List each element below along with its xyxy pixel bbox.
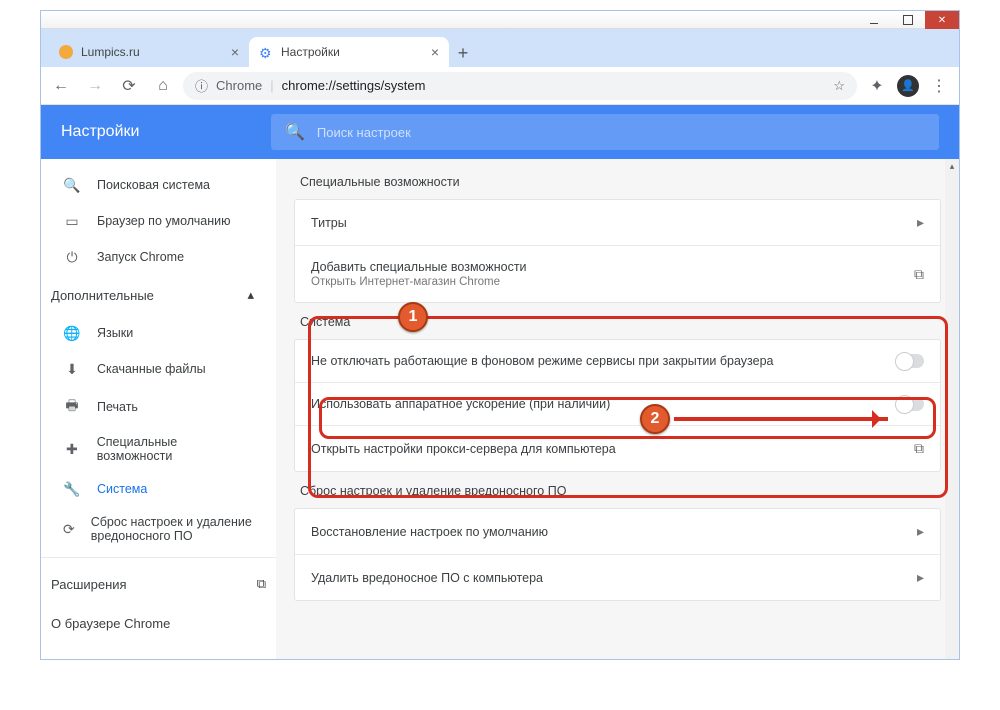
sidebar-item-accessibility[interactable]: ✚Специальные возможности xyxy=(41,427,276,471)
reload-button[interactable]: ⟳ xyxy=(115,72,143,100)
window-maximize[interactable] xyxy=(891,11,925,29)
external-link-icon: ⧉ xyxy=(914,440,924,457)
search-input[interactable] xyxy=(317,125,925,140)
url-prefix: Chrome xyxy=(216,78,262,93)
tab-label: Lumpics.ru xyxy=(81,45,140,59)
toggle-hw-accel[interactable] xyxy=(896,397,924,411)
toggle-bg-apps[interactable] xyxy=(896,354,924,368)
chevron-up-icon: ▴ xyxy=(247,287,254,303)
row-add-a11y[interactable]: Добавить специальные возможности Открыть… xyxy=(295,245,940,302)
window-titlebar: ✕ xyxy=(41,11,959,29)
sidebar-extensions[interactable]: Расширения⧉ xyxy=(41,564,276,604)
new-tab-button[interactable]: + xyxy=(449,39,477,67)
search-icon: 🔍 xyxy=(285,122,305,142)
settings-search[interactable]: 🔍 xyxy=(271,114,939,150)
row-bg-apps[interactable]: Не отключать работающие в фоновом режиме… xyxy=(295,340,940,382)
tab-strip: Lumpics.ru × ⚙ Настройки × + xyxy=(41,29,959,67)
chevron-right-icon: ▸ xyxy=(917,214,924,231)
external-link-icon: ⧉ xyxy=(257,576,266,592)
power-icon: ⏻ xyxy=(63,249,81,266)
system-card: Не отключать работающие в фоновом режиме… xyxy=(294,339,941,472)
bookmark-icon[interactable]: ☆ xyxy=(833,78,845,94)
tab-settings[interactable]: ⚙ Настройки × xyxy=(249,37,449,67)
section-reset-title: Сброс настроек и удаление вредоносного П… xyxy=(294,476,941,508)
site-info-icon[interactable]: ⓘ xyxy=(195,76,208,95)
sidebar-advanced-toggle[interactable]: Дополнительные ▴ xyxy=(41,275,276,315)
wrench-icon: 🔧 xyxy=(63,481,81,498)
close-tab-icon[interactable]: × xyxy=(431,44,439,60)
sidebar-item-startup[interactable]: ⏻Запуск Chrome xyxy=(41,239,276,275)
settings-main: Специальные возможности Титры ▸ Добавить… xyxy=(276,159,959,659)
reset-card: Восстановление настроек по умолчанию ▸ У… xyxy=(294,508,941,601)
sidebar-item-downloads[interactable]: ⬇Скачанные файлы xyxy=(41,351,276,387)
sidebar-about[interactable]: О браузере Chrome xyxy=(41,604,276,643)
a11y-card: Титры ▸ Добавить специальные возможности… xyxy=(294,199,941,303)
url-text: chrome://settings/system xyxy=(282,78,426,93)
page-title: Настройки xyxy=(61,123,271,141)
sidebar-item-search-engine[interactable]: 🔍Поисковая система xyxy=(41,167,276,203)
print-icon: 🖶 xyxy=(63,395,81,419)
section-a11y-title: Специальные возможности xyxy=(294,167,941,199)
scroll-up-icon[interactable]: ▴ xyxy=(945,159,959,173)
address-bar: ← → ⟳ ⌂ ⓘ Chrome | chrome://settings/sys… xyxy=(41,67,959,105)
extensions-button[interactable]: ✦ xyxy=(863,72,891,100)
settings-header: Настройки 🔍 xyxy=(41,105,959,159)
tab-label: Настройки xyxy=(281,45,340,59)
row-proxy[interactable]: Открыть настройки прокси-сервера для ком… xyxy=(295,425,940,471)
reset-icon: ⟳ xyxy=(63,521,75,538)
accessibility-icon: ✚ xyxy=(63,441,81,458)
chevron-right-icon: ▸ xyxy=(917,569,924,586)
chevron-right-icon: ▸ xyxy=(917,523,924,540)
back-button[interactable]: ← xyxy=(47,72,75,100)
search-icon: 🔍 xyxy=(63,177,81,194)
close-tab-icon[interactable]: × xyxy=(231,44,239,60)
window-icon: ▭ xyxy=(63,213,81,230)
row-hw-accel[interactable]: Использовать аппаратное ускорение (при н… xyxy=(295,382,940,425)
forward-button[interactable]: → xyxy=(81,72,109,100)
globe-icon: 🌐 xyxy=(63,325,81,342)
home-button[interactable]: ⌂ xyxy=(149,72,177,100)
omnibox[interactable]: ⓘ Chrome | chrome://settings/system ☆ xyxy=(183,72,857,100)
profile-avatar[interactable]: 👤 xyxy=(897,75,919,97)
section-system-title: Система xyxy=(294,307,941,339)
external-link-icon: ⧉ xyxy=(914,266,924,283)
sidebar-item-reset[interactable]: ⟳Сброс настроек и удаление вредоносного … xyxy=(41,507,276,551)
sidebar-item-print[interactable]: 🖶Печать xyxy=(41,387,276,427)
scrollbar[interactable]: ▴ xyxy=(945,159,959,659)
menu-button[interactable]: ⋮ xyxy=(925,72,953,100)
sidebar-item-system[interactable]: 🔧Система xyxy=(41,471,276,507)
favicon-lumpics xyxy=(59,45,73,59)
download-icon: ⬇ xyxy=(63,361,81,378)
sidebar-item-languages[interactable]: 🌐Языки xyxy=(41,315,276,351)
row-captions[interactable]: Титры ▸ xyxy=(295,200,940,245)
window-close[interactable]: ✕ xyxy=(925,11,959,29)
window-minimize[interactable] xyxy=(857,11,891,29)
settings-sidebar: 🔍Поисковая система ▭Браузер по умолчанию… xyxy=(41,159,276,659)
row-cleanup[interactable]: Удалить вредоносное ПО с компьютера ▸ xyxy=(295,554,940,600)
tab-lumpics[interactable]: Lumpics.ru × xyxy=(49,37,249,67)
favicon-settings: ⚙ xyxy=(259,45,273,59)
row-restore-defaults[interactable]: Восстановление настроек по умолчанию ▸ xyxy=(295,509,940,554)
sidebar-item-default-browser[interactable]: ▭Браузер по умолчанию xyxy=(41,203,276,239)
